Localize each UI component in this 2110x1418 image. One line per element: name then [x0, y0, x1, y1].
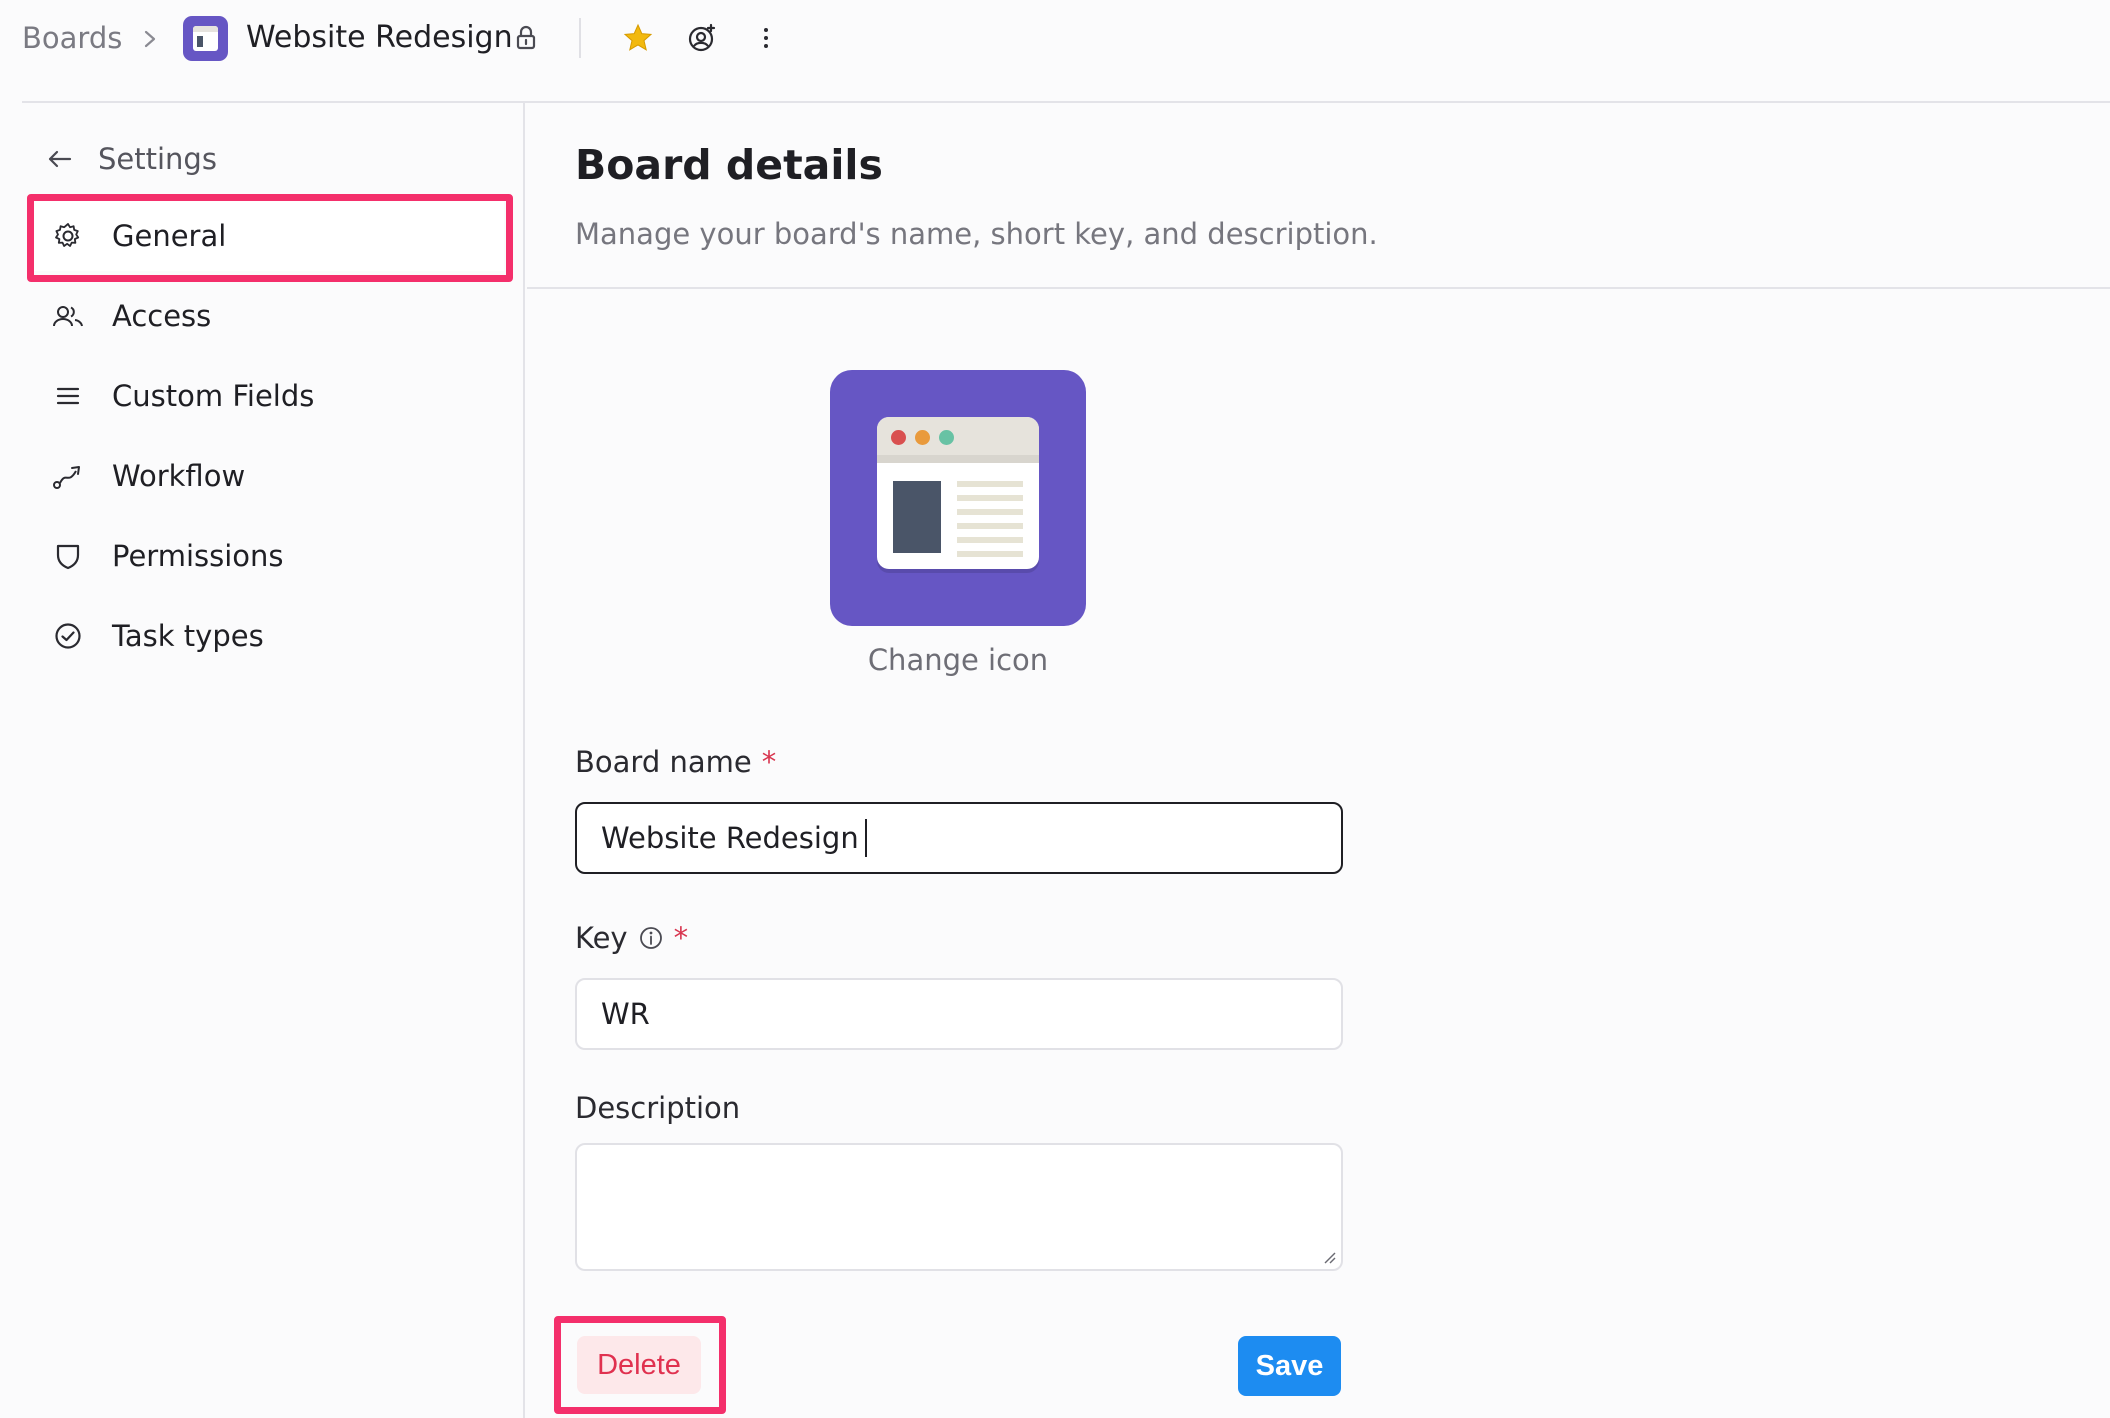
sidebar-item-label: General [112, 219, 227, 253]
required-asterisk: * [673, 921, 689, 955]
settings-back-label: Settings [98, 142, 217, 176]
sidebar-item-general[interactable]: General [34, 201, 504, 271]
sidebar-item-custom-fields[interactable]: Custom Fields [34, 361, 504, 431]
resize-handle-icon[interactable] [1321, 1249, 1337, 1265]
users-icon [52, 300, 84, 332]
sidebar-item-permissions[interactable]: Permissions [34, 521, 504, 591]
sidebar-item-label: Workflow [112, 459, 246, 493]
sidebar-item-label: Task types [112, 619, 264, 653]
workflow-icon [52, 460, 84, 492]
page-title: Board details [575, 141, 883, 189]
more-vertical-icon[interactable] [750, 22, 782, 54]
delete-button[interactable]: Delete [577, 1336, 701, 1394]
star-icon[interactable] [622, 22, 654, 54]
board-title[interactable]: Website Redesign [246, 18, 513, 58]
description-label: Description [575, 1091, 740, 1125]
add-member-icon[interactable] [686, 22, 718, 54]
back-to-settings[interactable]: Settings [44, 139, 217, 179]
toolbar-divider [579, 18, 581, 58]
sidebar-item-access[interactable]: Access [34, 281, 504, 351]
board-icon-small [183, 16, 228, 61]
description-textarea[interactable] [575, 1143, 1343, 1271]
key-label: Key * [575, 921, 688, 955]
save-button[interactable]: Save [1238, 1336, 1341, 1396]
lock-icon[interactable] [510, 22, 542, 54]
board-name-value: Website Redesign [601, 821, 859, 855]
board-name-label: Board name * [575, 745, 776, 779]
change-icon-link[interactable]: Change icon [830, 643, 1086, 677]
sidebar-item-task-types[interactable]: Task types [34, 601, 504, 671]
description-label-text: Description [575, 1091, 741, 1125]
header-divider [527, 287, 2110, 289]
gear-icon [52, 220, 84, 252]
list-icon [52, 380, 84, 412]
page-subtitle: Manage your board's name, short key, and… [575, 217, 1378, 251]
browser-window-icon [877, 417, 1039, 569]
settings-sidebar: Settings General Access Custom Fields Wo… [0, 103, 525, 1418]
required-asterisk: * [761, 745, 777, 779]
sidebar-item-label: Custom Fields [112, 379, 315, 413]
arrow-left-icon [48, 150, 72, 168]
sidebar-item-label: Access [112, 299, 212, 333]
text-caret [864, 819, 867, 857]
key-label-text: Key [575, 921, 628, 955]
top-bar: Boards Website Redesign [0, 0, 2110, 103]
key-value: WR [601, 997, 650, 1031]
shield-icon [52, 540, 84, 572]
board-name-label-text: Board name [575, 745, 752, 779]
board-details-panel: Board details Manage your board's name, … [527, 103, 2110, 1418]
key-input[interactable]: WR [575, 978, 1343, 1050]
board-name-input[interactable]: Website Redesign [575, 802, 1343, 874]
chevron-right-icon [144, 30, 156, 48]
board-icon-preview[interactable] [830, 370, 1086, 626]
check-circle-icon [52, 620, 84, 652]
sidebar-item-workflow[interactable]: Workflow [34, 441, 504, 511]
sidebar-item-label: Permissions [112, 539, 284, 573]
breadcrumb-boards-link[interactable]: Boards [22, 18, 122, 58]
info-icon[interactable] [638, 925, 664, 951]
